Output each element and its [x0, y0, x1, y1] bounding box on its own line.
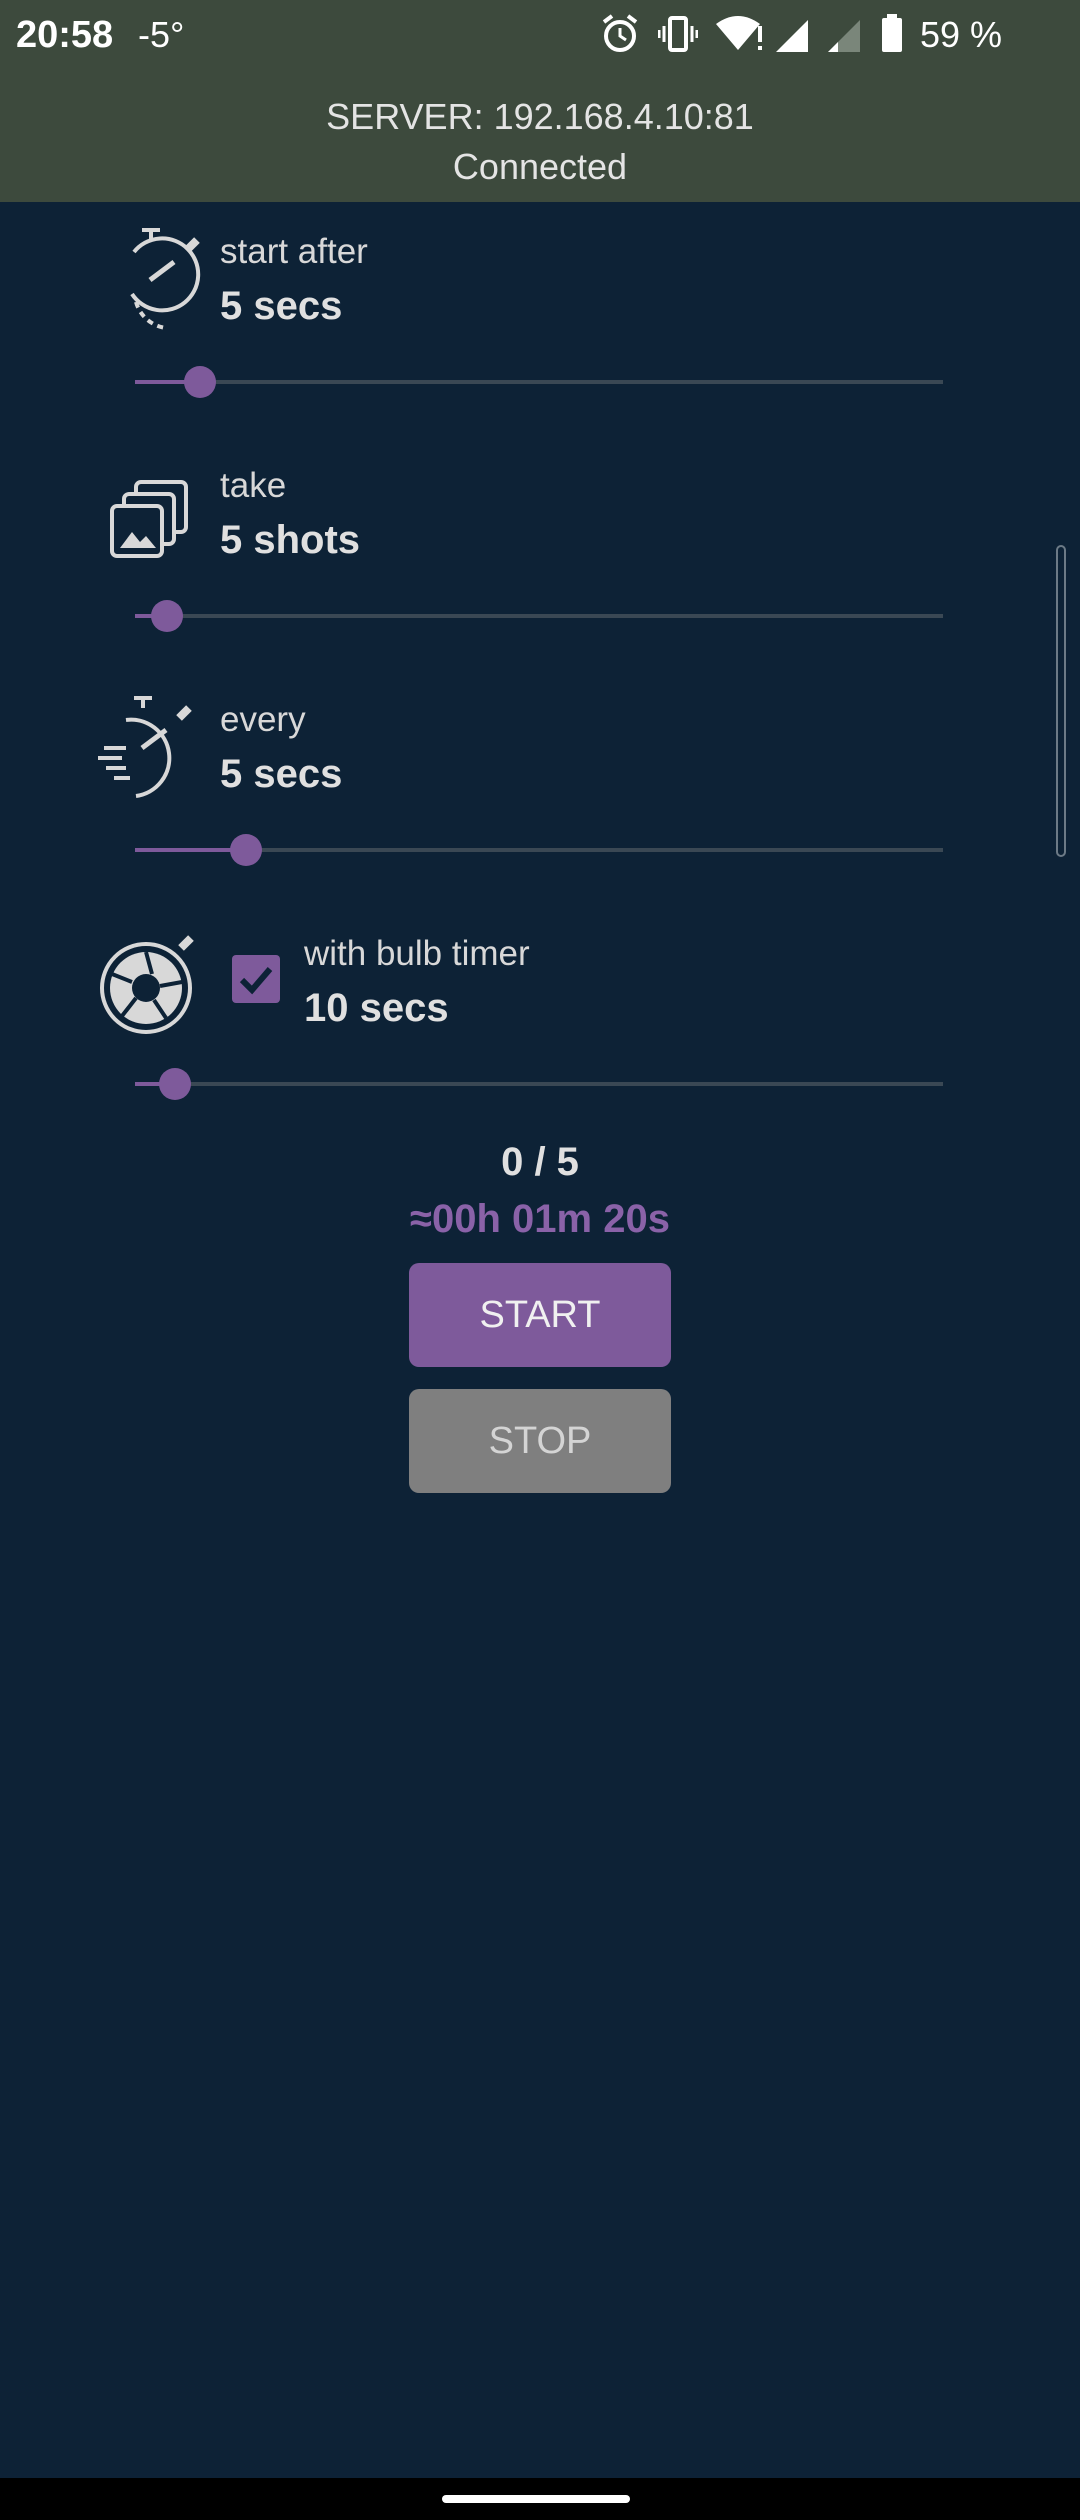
remaining-time: ≈00h 01m 20s — [410, 1197, 670, 1241]
wifi-icon — [716, 16, 762, 50]
navigation-bar — [0, 2478, 1080, 2520]
every-label: every — [220, 700, 306, 739]
status-time: 20:58 — [16, 14, 114, 56]
slider-track — [135, 614, 943, 618]
connection-header: SERVER: 192.168.4.10:81 Connected — [0, 74, 1080, 202]
status-bar: 20:58 -5° 59 % — [0, 0, 1080, 74]
bulb-timer-checkbox[interactable] — [232, 955, 280, 1003]
signal-icon — [776, 20, 808, 52]
slider-thumb[interactable] — [159, 1068, 192, 1100]
connection-status: Connected — [452, 146, 628, 187]
shot-counter: 0 / 5 — [501, 1140, 579, 1184]
slider-thumb[interactable] — [229, 834, 262, 866]
bulb-timer-label: with bulb timer — [304, 934, 530, 973]
status-icons — [600, 12, 1080, 62]
aperture-icon — [100, 935, 194, 1034]
vibrate-icon — [658, 16, 698, 52]
slider-thumb[interactable] — [183, 366, 216, 398]
bulb-timer-slider[interactable] — [135, 1064, 943, 1104]
battery-icon — [882, 14, 902, 52]
signal-weak-icon — [828, 20, 860, 52]
slider-track — [135, 380, 943, 384]
alarm-icon — [602, 14, 638, 52]
status-temperature: -5° — [138, 14, 185, 55]
slider-track — [135, 1082, 943, 1086]
scrollbar[interactable] — [1056, 545, 1066, 857]
take-value: 5 shots — [220, 518, 361, 562]
slider-thumb[interactable] — [151, 600, 184, 632]
stopwatch-icon — [130, 228, 201, 330]
fast-stopwatch-icon — [98, 696, 192, 798]
start-after-slider[interactable] — [135, 362, 943, 402]
every-slider[interactable] — [135, 830, 943, 870]
bulb-timer-value: 10 secs — [304, 986, 449, 1030]
every-value: 5 secs — [220, 752, 343, 796]
home-gesture-handle[interactable] — [442, 2495, 630, 2503]
checkmark-icon — [239, 967, 273, 995]
photo-stack-icon — [110, 480, 188, 558]
take-label: take — [220, 466, 287, 505]
start-button[interactable]: START — [409, 1263, 671, 1367]
start-after-label: start after — [220, 232, 368, 271]
server-address: SERVER: 192.168.4.10:81 — [326, 96, 754, 137]
take-slider[interactable] — [135, 596, 943, 636]
battery-percent: 59 % — [919, 14, 1002, 55]
stop-button[interactable]: STOP — [409, 1389, 671, 1493]
start-after-value: 5 secs — [220, 284, 343, 328]
